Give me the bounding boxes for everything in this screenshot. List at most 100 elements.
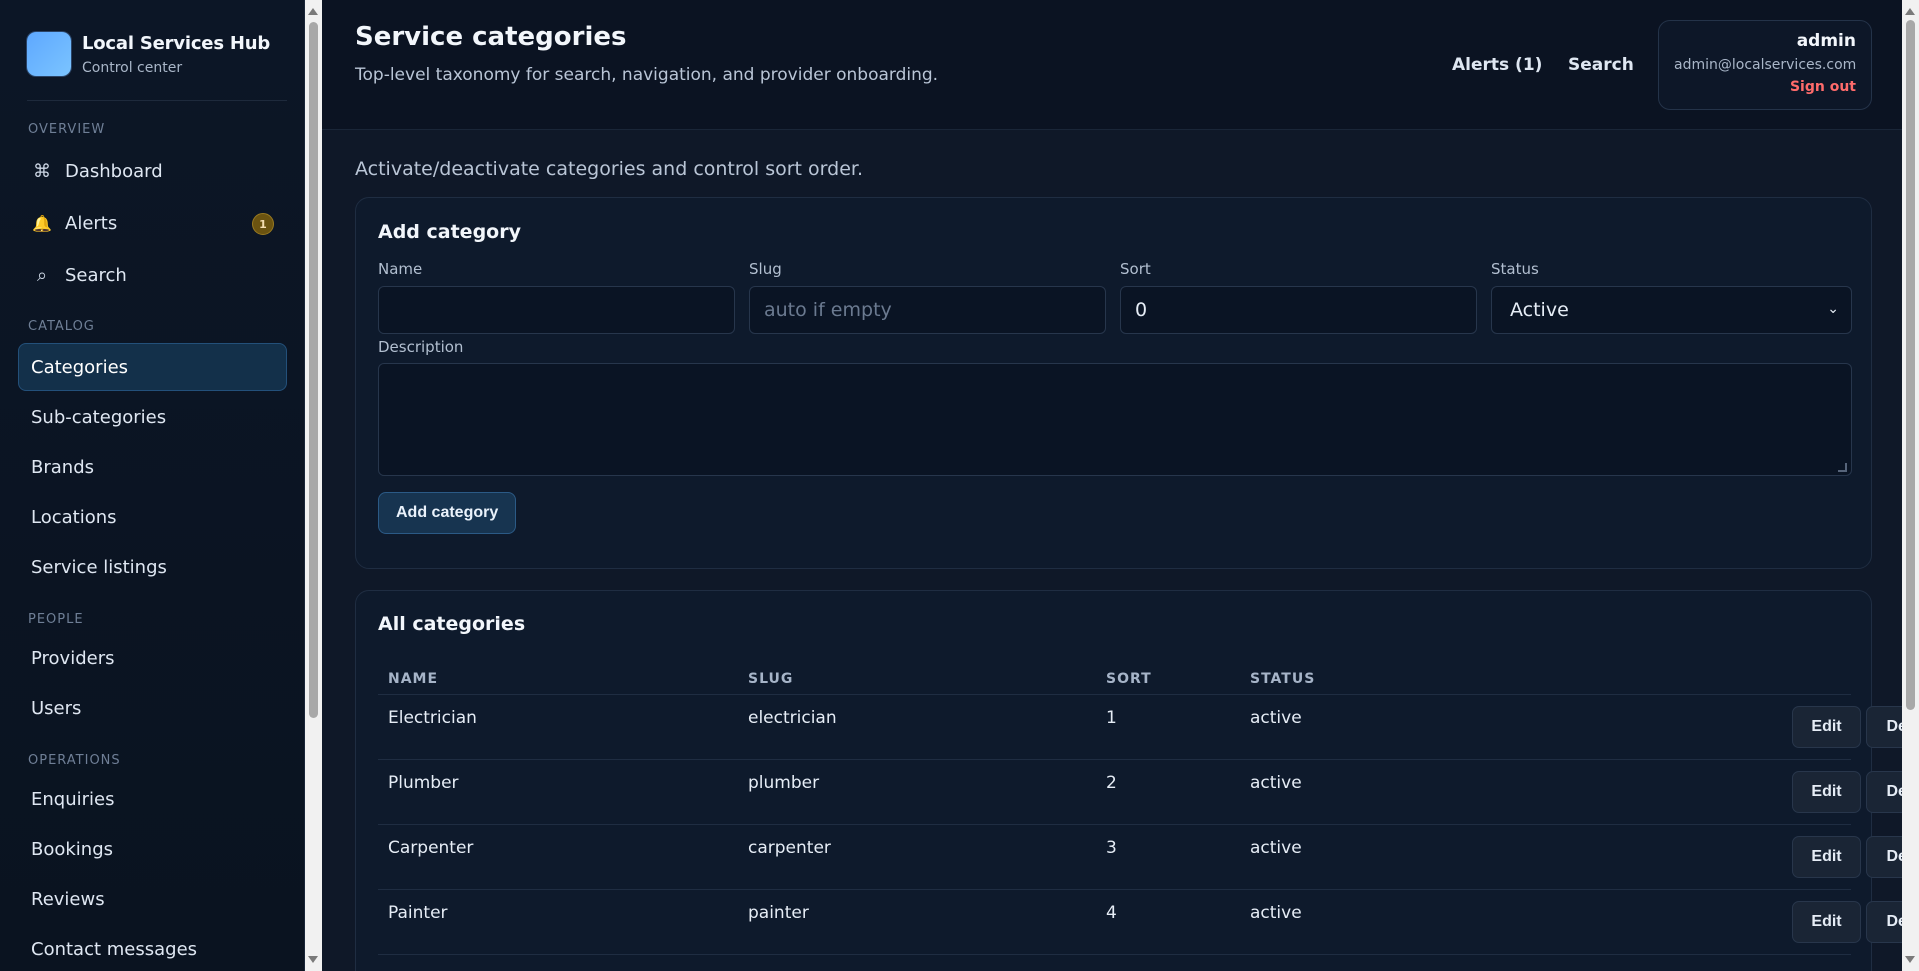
search-icon: ⌕ [36, 264, 48, 286]
column-header-slug[interactable]: SLUG [748, 671, 793, 687]
sidebar-item-search[interactable]: ⌕ Search [18, 251, 287, 299]
sidebar-item-label: Alerts [65, 212, 118, 234]
sidebar-scrollbar[interactable] [305, 0, 322, 971]
page-intro: Activate/deactivate categories and contr… [355, 158, 863, 180]
delete-button[interactable]: Delete [1866, 706, 1902, 748]
category-name: Carpenter [388, 838, 474, 858]
edit-button[interactable]: Edit [1792, 901, 1861, 943]
category-slug: carpenter [748, 838, 831, 858]
main-scrollbar-thumb[interactable] [1906, 20, 1915, 710]
user-email: admin@localservices.com [1674, 57, 1857, 73]
main-content: Service categories Top-level taxonomy fo… [322, 0, 1902, 971]
sidebar-item-users[interactable]: Users [18, 684, 287, 732]
sidebar-item-providers[interactable]: Providers [18, 634, 287, 682]
category-status: active [1250, 903, 1302, 923]
add-category-button[interactable]: Add category [378, 492, 517, 534]
nav-section-catalog: CATALOG [28, 319, 95, 334]
category-status: active [1250, 773, 1302, 793]
user-name: admin [1796, 31, 1856, 51]
sidebar-item-label: Sub-categories [31, 406, 167, 428]
column-header-status[interactable]: STATUS [1250, 671, 1315, 687]
delete-button[interactable]: Delete [1866, 901, 1902, 943]
resize-handle-icon[interactable] [1838, 463, 1847, 472]
sidebar-item-locations[interactable]: Locations [18, 493, 287, 541]
status-select[interactable]: Active ⌄ [1491, 286, 1852, 334]
edit-button[interactable]: Edit [1792, 706, 1861, 748]
sidebar-item-label: Providers [31, 647, 115, 669]
table-row: Electrician electrician 1 active Edit De… [378, 694, 1902, 759]
sidebar-item-service-listings[interactable]: Service listings [18, 543, 287, 591]
table-row: Carpenter carpenter 3 active Edit Delete [378, 824, 1902, 889]
alerts-count-badge: 1 [252, 213, 274, 235]
delete-button[interactable]: Delete [1866, 771, 1902, 813]
sort-input[interactable]: 0 [1120, 286, 1477, 334]
edit-button[interactable]: Edit [1792, 836, 1861, 878]
sidebar-item-label: Service listings [31, 556, 167, 578]
table-row [378, 954, 1851, 971]
alerts-link[interactable]: Alerts (1) [1452, 55, 1542, 75]
sidebar-item-enquiries[interactable]: Enquiries [18, 775, 287, 823]
category-status: active [1250, 838, 1302, 858]
category-name: Plumber [388, 773, 459, 793]
column-header-name[interactable]: NAME [388, 671, 438, 687]
category-sort: 2 [1106, 773, 1117, 793]
category-name: Painter [388, 903, 448, 923]
brand-divider [27, 100, 287, 101]
scroll-up-arrow-icon[interactable] [1905, 8, 1915, 15]
nav-section-people: PEOPLE [28, 612, 84, 627]
user-card: admin admin@localservices.com Sign out [1658, 20, 1872, 110]
sidebar-item-label: Contact messages [31, 938, 198, 960]
category-slug: electrician [748, 708, 837, 728]
category-name: Electrician [388, 708, 477, 728]
sidebar-item-bookings[interactable]: Bookings [18, 825, 287, 873]
sidebar-item-label: Reviews [31, 888, 105, 910]
sidebar-item-label: Brands [31, 456, 94, 478]
sidebar-item-alerts[interactable]: 🔔 Alerts 1 [18, 199, 287, 247]
sidebar-item-categories[interactable]: Categories [18, 343, 287, 391]
name-label: Name [378, 260, 423, 278]
sidebar-item-contact-messages[interactable]: Contact messages [18, 925, 287, 971]
scroll-down-arrow-icon[interactable] [308, 956, 318, 963]
page-title: Service categories [355, 22, 627, 52]
status-select-value: Active [1510, 299, 1569, 321]
chevron-down-icon: ⌄ [1827, 301, 1839, 317]
sidebar-item-label: Locations [31, 506, 117, 528]
category-slug: painter [748, 903, 809, 923]
add-category-title: Add category [378, 221, 521, 243]
sidebar-item-label: Categories [31, 356, 129, 378]
table-row: Painter painter 4 active Edit Delete [378, 889, 1902, 954]
main-scrollbar[interactable] [1902, 0, 1919, 971]
sidebar-item-label: Dashboard [65, 160, 163, 182]
all-categories-card: All categories NAME SLUG SORT STATUS Ele… [355, 590, 1902, 971]
brand-logo [27, 32, 71, 76]
all-categories-title: All categories [378, 613, 526, 635]
sidebar-scrollbar-thumb[interactable] [309, 22, 318, 718]
sign-out-link[interactable]: Sign out [1790, 79, 1856, 95]
slug-label: Slug [749, 260, 782, 278]
nav-section-overview: OVERVIEW [28, 122, 106, 137]
edit-button[interactable]: Edit [1792, 771, 1861, 813]
sidebar-item-label: Enquiries [31, 788, 115, 810]
sidebar-item-sub-categories[interactable]: Sub-categories [18, 393, 287, 441]
category-slug: plumber [748, 773, 820, 793]
table-row: Plumber plumber 2 active Edit Delete [378, 759, 1902, 824]
brand-title: Local Services Hub [82, 32, 271, 54]
status-label: Status [1491, 260, 1539, 278]
sidebar: Local Services Hub Control center OVERVI… [0, 0, 305, 971]
topbar: Service categories Top-level taxonomy fo… [322, 0, 1902, 130]
sidebar-item-reviews[interactable]: Reviews [18, 875, 287, 923]
column-header-sort[interactable]: SORT [1106, 671, 1152, 687]
delete-button[interactable]: Delete [1866, 836, 1902, 878]
name-input[interactable] [378, 286, 735, 334]
sort-label: Sort [1120, 260, 1151, 278]
slug-input[interactable]: auto if empty [749, 286, 1106, 334]
nav-section-operations: OPERATIONS [28, 753, 121, 768]
category-sort: 3 [1106, 838, 1117, 858]
brand[interactable]: Local Services Hub Control center [27, 32, 270, 76]
search-link[interactable]: Search [1568, 55, 1634, 75]
scroll-down-arrow-icon[interactable] [1905, 956, 1915, 963]
scroll-up-arrow-icon[interactable] [308, 8, 318, 15]
description-textarea[interactable] [378, 363, 1852, 476]
sidebar-item-dashboard[interactable]: ⌘ Dashboard [18, 147, 287, 195]
sidebar-item-brands[interactable]: Brands [18, 443, 287, 491]
